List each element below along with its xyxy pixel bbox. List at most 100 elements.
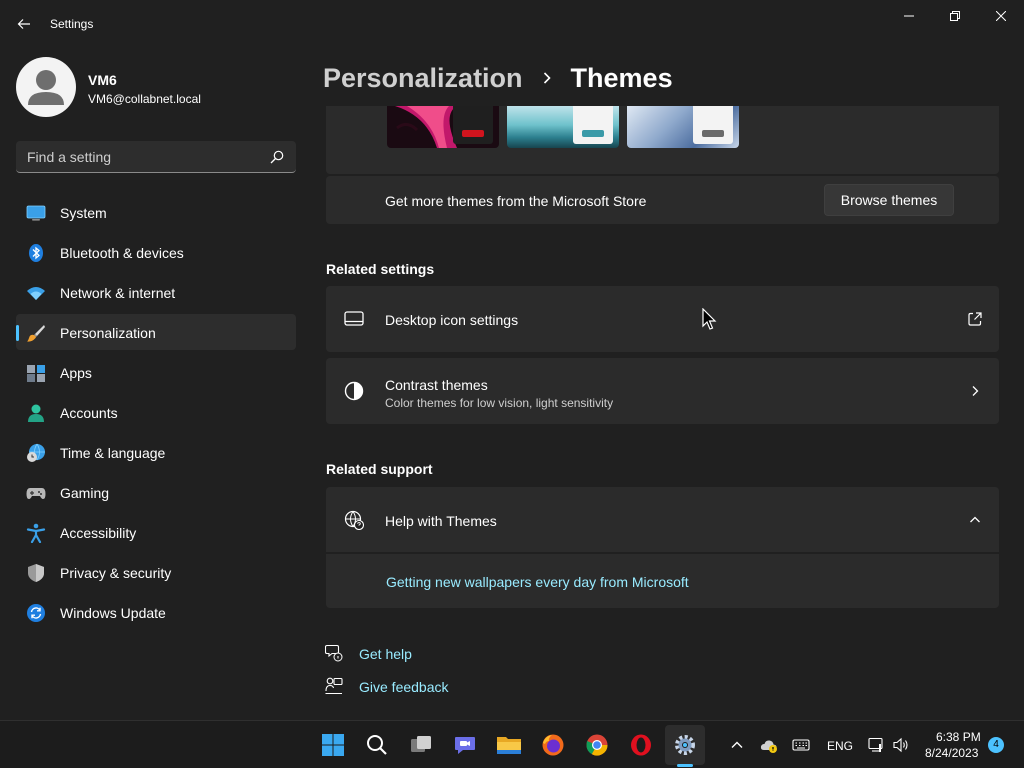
page-title: Themes — [570, 62, 673, 93]
chat-button[interactable] — [445, 725, 485, 765]
file-explorer-button[interactable] — [489, 725, 529, 765]
sidebar-item-label: Personalization — [60, 325, 156, 341]
external-link-icon — [968, 312, 982, 326]
gear-icon — [675, 735, 695, 755]
sidebar-item-time-language[interactable]: Time & language — [16, 434, 296, 470]
sidebar-item-label: Bluetooth & devices — [60, 245, 184, 261]
chevron-up-icon[interactable] — [728, 736, 746, 754]
clock-date[interactable]: 8/24/2023 — [925, 746, 978, 760]
breadcrumb-parent[interactable]: Personalization — [323, 63, 523, 94]
network-icon[interactable] — [868, 736, 886, 754]
monitor-icon — [26, 205, 46, 221]
close-button[interactable] — [978, 0, 1024, 32]
chat-icon — [455, 737, 475, 754]
apps-icon — [27, 365, 45, 382]
mouse-cursor-icon — [702, 308, 717, 330]
sidebar-item-accessibility[interactable]: Accessibility — [16, 514, 296, 550]
theme-color-chip — [453, 106, 493, 144]
sidebar-item-accounts[interactable]: Accounts — [16, 394, 296, 430]
give-feedback-link[interactable]: Give feedback — [359, 679, 449, 695]
active-app-indicator — [677, 764, 693, 767]
sidebar-item-gaming[interactable]: Gaming — [16, 474, 296, 510]
search-icon — [367, 735, 387, 755]
minimize-button[interactable] — [886, 0, 932, 32]
paintbrush-icon — [27, 325, 45, 342]
sidebar-item-apps[interactable]: Apps — [16, 354, 296, 390]
sidebar-item-label: Accessibility — [60, 525, 137, 541]
back-button[interactable] — [8, 8, 40, 40]
back-arrow-icon — [17, 19, 30, 29]
theme-thumbnail-glow[interactable] — [387, 106, 499, 148]
volume-icon[interactable] — [892, 736, 910, 754]
input-language-indicator[interactable]: ENG — [827, 739, 853, 753]
person-icon — [28, 404, 44, 422]
theme-accent-bar — [702, 130, 724, 137]
opera-button[interactable] — [621, 725, 661, 765]
theme-color-chip — [693, 106, 733, 144]
title-bar: Settings — [0, 0, 1024, 48]
avatar[interactable] — [16, 57, 76, 117]
help-with-themes-row[interactable]: Help with Themes — [326, 487, 999, 552]
restore-button[interactable] — [932, 0, 978, 32]
chevron-up-icon[interactable] — [967, 512, 983, 528]
search-icon[interactable] — [270, 150, 284, 164]
sidebar-item-label: Gaming — [60, 485, 110, 501]
store-text: Get more themes from the Microsoft Store — [385, 193, 647, 209]
app-title: Settings — [50, 17, 94, 31]
sidebar-item-network[interactable]: Network & internet — [16, 274, 296, 310]
opera-icon — [631, 734, 651, 756]
sidebar-item-label: Windows Update — [60, 605, 166, 621]
search-box[interactable] — [16, 141, 296, 173]
taskbar: ENG 6:38 PM 8/24/2023 4 — [0, 720, 1024, 768]
theme-thumbnail-bloom[interactable] — [627, 106, 739, 148]
contrast-themes-description: Color themes for low vision, light sensi… — [385, 396, 614, 410]
sidebar-item-label: Apps — [60, 365, 92, 381]
restore-icon — [950, 11, 960, 21]
get-help-icon — [325, 644, 343, 662]
minimize-icon — [904, 15, 914, 17]
sidebar-item-label: Network & internet — [60, 285, 176, 301]
get-help-link[interactable]: Get help — [359, 646, 412, 662]
wallpapers-help-link[interactable]: Getting new wallpapers every day from Mi… — [386, 574, 689, 590]
user-avatar-icon — [28, 70, 64, 105]
sidebar-item-privacy[interactable]: Privacy & security — [16, 554, 296, 590]
sidebar-item-label: Privacy & security — [60, 565, 172, 581]
browse-themes-button[interactable]: Browse themes — [824, 184, 954, 216]
keyboard-icon[interactable] — [792, 736, 810, 754]
sidebar-item-personalization[interactable]: Personalization — [16, 314, 296, 350]
related-support-title: Related support — [326, 461, 433, 477]
chrome-button[interactable] — [577, 725, 617, 765]
theme-color-chip — [573, 106, 613, 144]
help-with-themes-label: Help with Themes — [385, 513, 497, 529]
start-button[interactable] — [313, 725, 353, 765]
task-view-icon — [411, 736, 431, 752]
bluetooth-icon — [29, 244, 43, 262]
taskbar-search-button[interactable] — [357, 725, 397, 765]
firefox-icon — [542, 734, 564, 756]
sidebar-item-system[interactable]: System — [16, 194, 296, 230]
firefox-button[interactable] — [533, 725, 573, 765]
search-input[interactable] — [16, 141, 266, 172]
clock-time[interactable]: 6:38 PM — [936, 730, 981, 744]
onedrive-warning-icon[interactable] — [760, 736, 778, 754]
help-content-panel: Getting new wallpapers every day from Mi… — [326, 554, 999, 608]
task-view-button[interactable] — [401, 725, 441, 765]
microsoft-store-card: Get more themes from the Microsoft Store… — [326, 176, 999, 224]
breadcrumb: Personalization Themes — [323, 58, 673, 98]
settings-taskbar-button[interactable] — [665, 725, 705, 765]
notification-badge[interactable]: 4 — [988, 737, 1004, 753]
globe-help-icon — [344, 510, 364, 530]
contrast-themes-row[interactable]: Contrast themes Color themes for low vis… — [326, 358, 999, 424]
shield-icon — [28, 564, 44, 582]
sidebar-item-bluetooth[interactable]: Bluetooth & devices — [16, 234, 296, 270]
close-icon — [996, 11, 1006, 21]
user-email: VM6@collabnet.local — [88, 92, 201, 106]
theme-thumbnail-captured-motion[interactable] — [507, 106, 619, 148]
feedback-icon — [325, 677, 343, 695]
related-settings-title: Related settings — [326, 261, 435, 277]
desktop-icon-settings-row[interactable]: Desktop icon settings — [326, 286, 999, 352]
chevron-right-icon — [972, 386, 979, 396]
sidebar-item-windows-update[interactable]: Windows Update — [16, 594, 296, 630]
sidebar-item-label: Accounts — [60, 405, 118, 421]
accessibility-icon — [26, 523, 46, 543]
